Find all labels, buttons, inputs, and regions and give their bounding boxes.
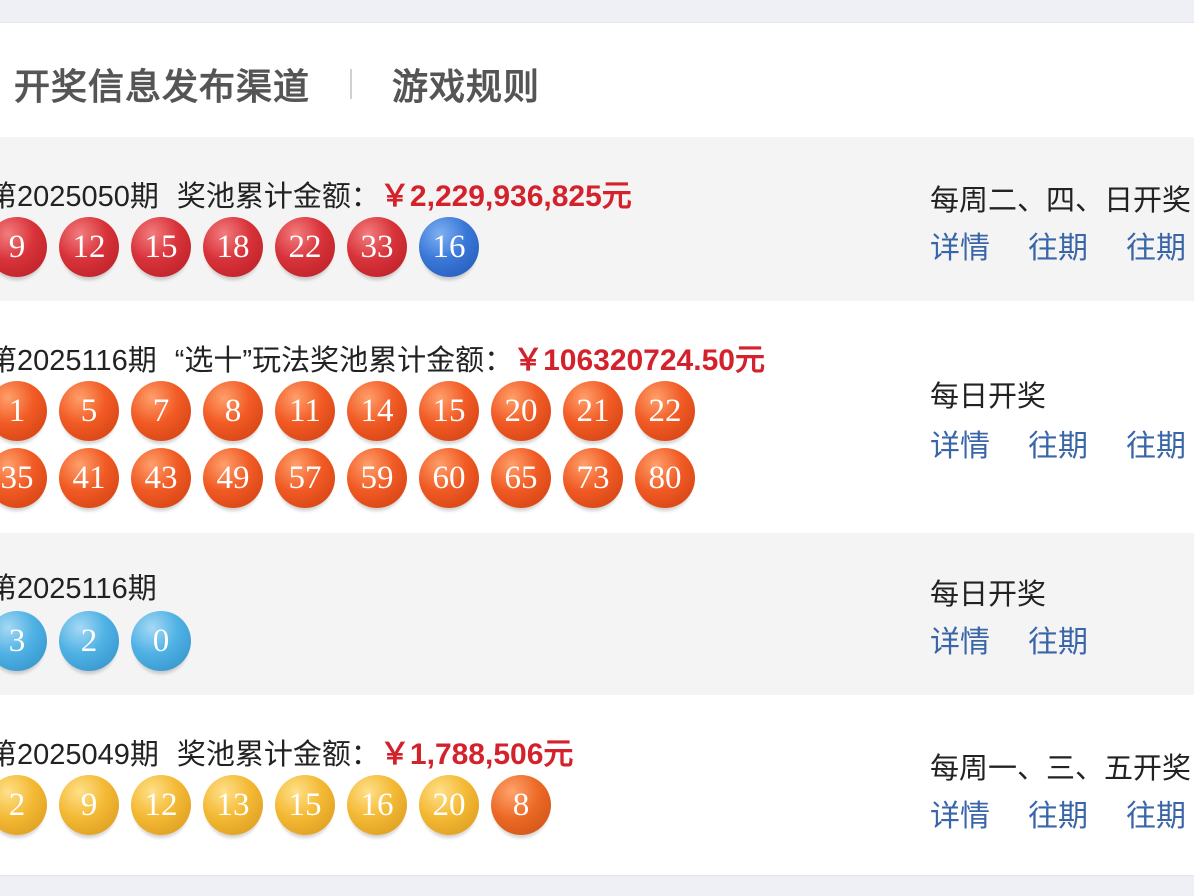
lottery-ball: 12 <box>59 217 119 277</box>
history-link-2[interactable]: 往期 <box>1126 800 1186 833</box>
issue-number: 第2025116期 <box>0 345 157 377</box>
link-group: 详情 往期 <box>930 617 1126 661</box>
link-group: 详情 往期 往期 <box>930 223 1194 267</box>
lottery-ball: 59 <box>347 448 407 508</box>
lottery-ball: 22 <box>635 381 695 441</box>
pool-label: “选十”玩法奖池累计金额： <box>174 345 514 377</box>
issue-line: 第2025049期 奖池累计金额：￥1,788,506元 <box>0 729 573 773</box>
pool-amount: ￥2,229,936,825元 <box>379 180 632 213</box>
link-group: 详情 往期 往期 <box>930 791 1194 835</box>
tab-channels[interactable]: 开奖信息发布渠道 <box>14 58 310 110</box>
lottery-card: 开奖信息发布渠道 游戏规则 第2025050期 奖池累计金额：￥2,229,936… <box>0 22 1194 876</box>
lottery-ball: 33 <box>347 217 407 277</box>
lottery-row-4: 第2025049期 奖池累计金额：￥1,788,506元 2 9 12 13 15 16 20… <box>0 695 1194 875</box>
lottery-ball: 18 <box>203 217 263 277</box>
history-link[interactable]: 往期 <box>1028 626 1088 659</box>
history-link[interactable]: 往期 <box>1028 800 1088 833</box>
lottery-ball: 2 <box>0 775 47 835</box>
issue-line: 第2025050期 奖池累计金额：￥2,229,936,825元 <box>0 171 632 215</box>
lottery-ball: 41 <box>59 448 119 508</box>
link-group: 详情 往期 往期 <box>930 421 1194 465</box>
pool-label: 奖池累计金额： <box>176 181 380 213</box>
detail-link[interactable]: 详情 <box>930 800 990 833</box>
issue-number: 第2025116期 <box>0 573 157 605</box>
lottery-ball: 13 <box>203 775 263 835</box>
lottery-ball: 57 <box>275 448 335 508</box>
issue-number: 第2025049期 <box>0 739 159 771</box>
lottery-ball: 21 <box>563 381 623 441</box>
lottery-ball: 5 <box>59 381 119 441</box>
ball-group: 2 9 12 13 15 16 20 8 <box>0 775 563 835</box>
detail-link[interactable]: 详情 <box>930 626 990 659</box>
draw-schedule: 每日开奖 <box>930 579 1047 611</box>
lottery-ball: 2 <box>59 611 119 671</box>
history-link-2[interactable]: 往期 <box>1126 430 1186 463</box>
lottery-ball: 15 <box>419 381 479 441</box>
lottery-ball: 80 <box>635 448 695 508</box>
issue-line: 第2025116期 “选十”玩法奖池累计金额：￥106320724.50元 <box>0 335 765 379</box>
history-link[interactable]: 往期 <box>1028 232 1088 265</box>
lottery-ball: 8 <box>203 381 263 441</box>
lottery-ball: 8 <box>491 775 551 835</box>
history-link-2[interactable]: 往期 <box>1126 232 1186 265</box>
lottery-ball: 16 <box>419 217 479 277</box>
ball-group: 320 <box>0 611 203 671</box>
lottery-ball: 73 <box>563 448 623 508</box>
lottery-ball: 16 <box>347 775 407 835</box>
lottery-ball: 9 <box>59 775 119 835</box>
tab-divider <box>350 69 353 99</box>
lottery-ball: 14 <box>347 381 407 441</box>
lottery-ball: 43 <box>131 448 191 508</box>
lottery-ball: 60 <box>419 448 479 508</box>
detail-link[interactable]: 详情 <box>930 430 990 463</box>
tab-bar: 开奖信息发布渠道 游戏规则 <box>14 59 540 109</box>
lottery-row-1: 第2025050期 奖池累计金额：￥2,229,936,825元 9 12 15 18 2… <box>0 137 1194 301</box>
lottery-ball: 35 <box>0 448 47 508</box>
lottery-ball: 0 <box>131 611 191 671</box>
issue-line: 第2025116期 <box>0 565 157 607</box>
lottery-ball: 20 <box>419 775 479 835</box>
lottery-ball: 15 <box>131 217 191 277</box>
lottery-ball: 22 <box>275 217 335 277</box>
pool-amount: ￥106320724.50元 <box>513 344 765 377</box>
ball-group-row2: 35 41 43 49 57 59 60 65 73 80 <box>0 448 707 508</box>
lottery-ball: 7 <box>131 381 191 441</box>
lottery-ball: 15 <box>275 775 335 835</box>
history-link[interactable]: 往期 <box>1028 430 1088 463</box>
tab-rules[interactable]: 游戏规则 <box>392 58 540 110</box>
detail-link[interactable]: 详情 <box>930 232 990 265</box>
lottery-ball: 49 <box>203 448 263 508</box>
lottery-ball: 1 <box>0 381 47 441</box>
ball-group: 9 12 15 18 22 33 16 <box>0 217 491 277</box>
pool-label: 奖池累计金额： <box>176 739 380 771</box>
lottery-ball: 3 <box>0 611 47 671</box>
draw-schedule: 每日开奖 <box>930 381 1047 413</box>
lottery-row-3: 第2025116期 320 每日开奖 详情 往期 <box>0 533 1194 695</box>
issue-number: 第2025050期 <box>0 181 159 213</box>
lottery-row-2: 第2025116期 “选十”玩法奖池累计金额：￥106320724.50元 157… <box>0 301 1194 533</box>
draw-schedule: 每周二、四、日开奖 <box>930 185 1192 217</box>
lottery-ball: 11 <box>275 381 335 441</box>
lottery-ball: 12 <box>131 775 191 835</box>
ball-group-row1: 1 5 7 8 11 14 15 20 21 22 <box>0 381 707 441</box>
lottery-ball: 65 <box>491 448 551 508</box>
lottery-ball: 20 <box>491 381 551 441</box>
pool-amount: ￥1,788,506元 <box>379 738 574 771</box>
draw-schedule: 每周一、三、五开奖 <box>930 753 1192 785</box>
lottery-ball: 9 <box>0 217 47 277</box>
